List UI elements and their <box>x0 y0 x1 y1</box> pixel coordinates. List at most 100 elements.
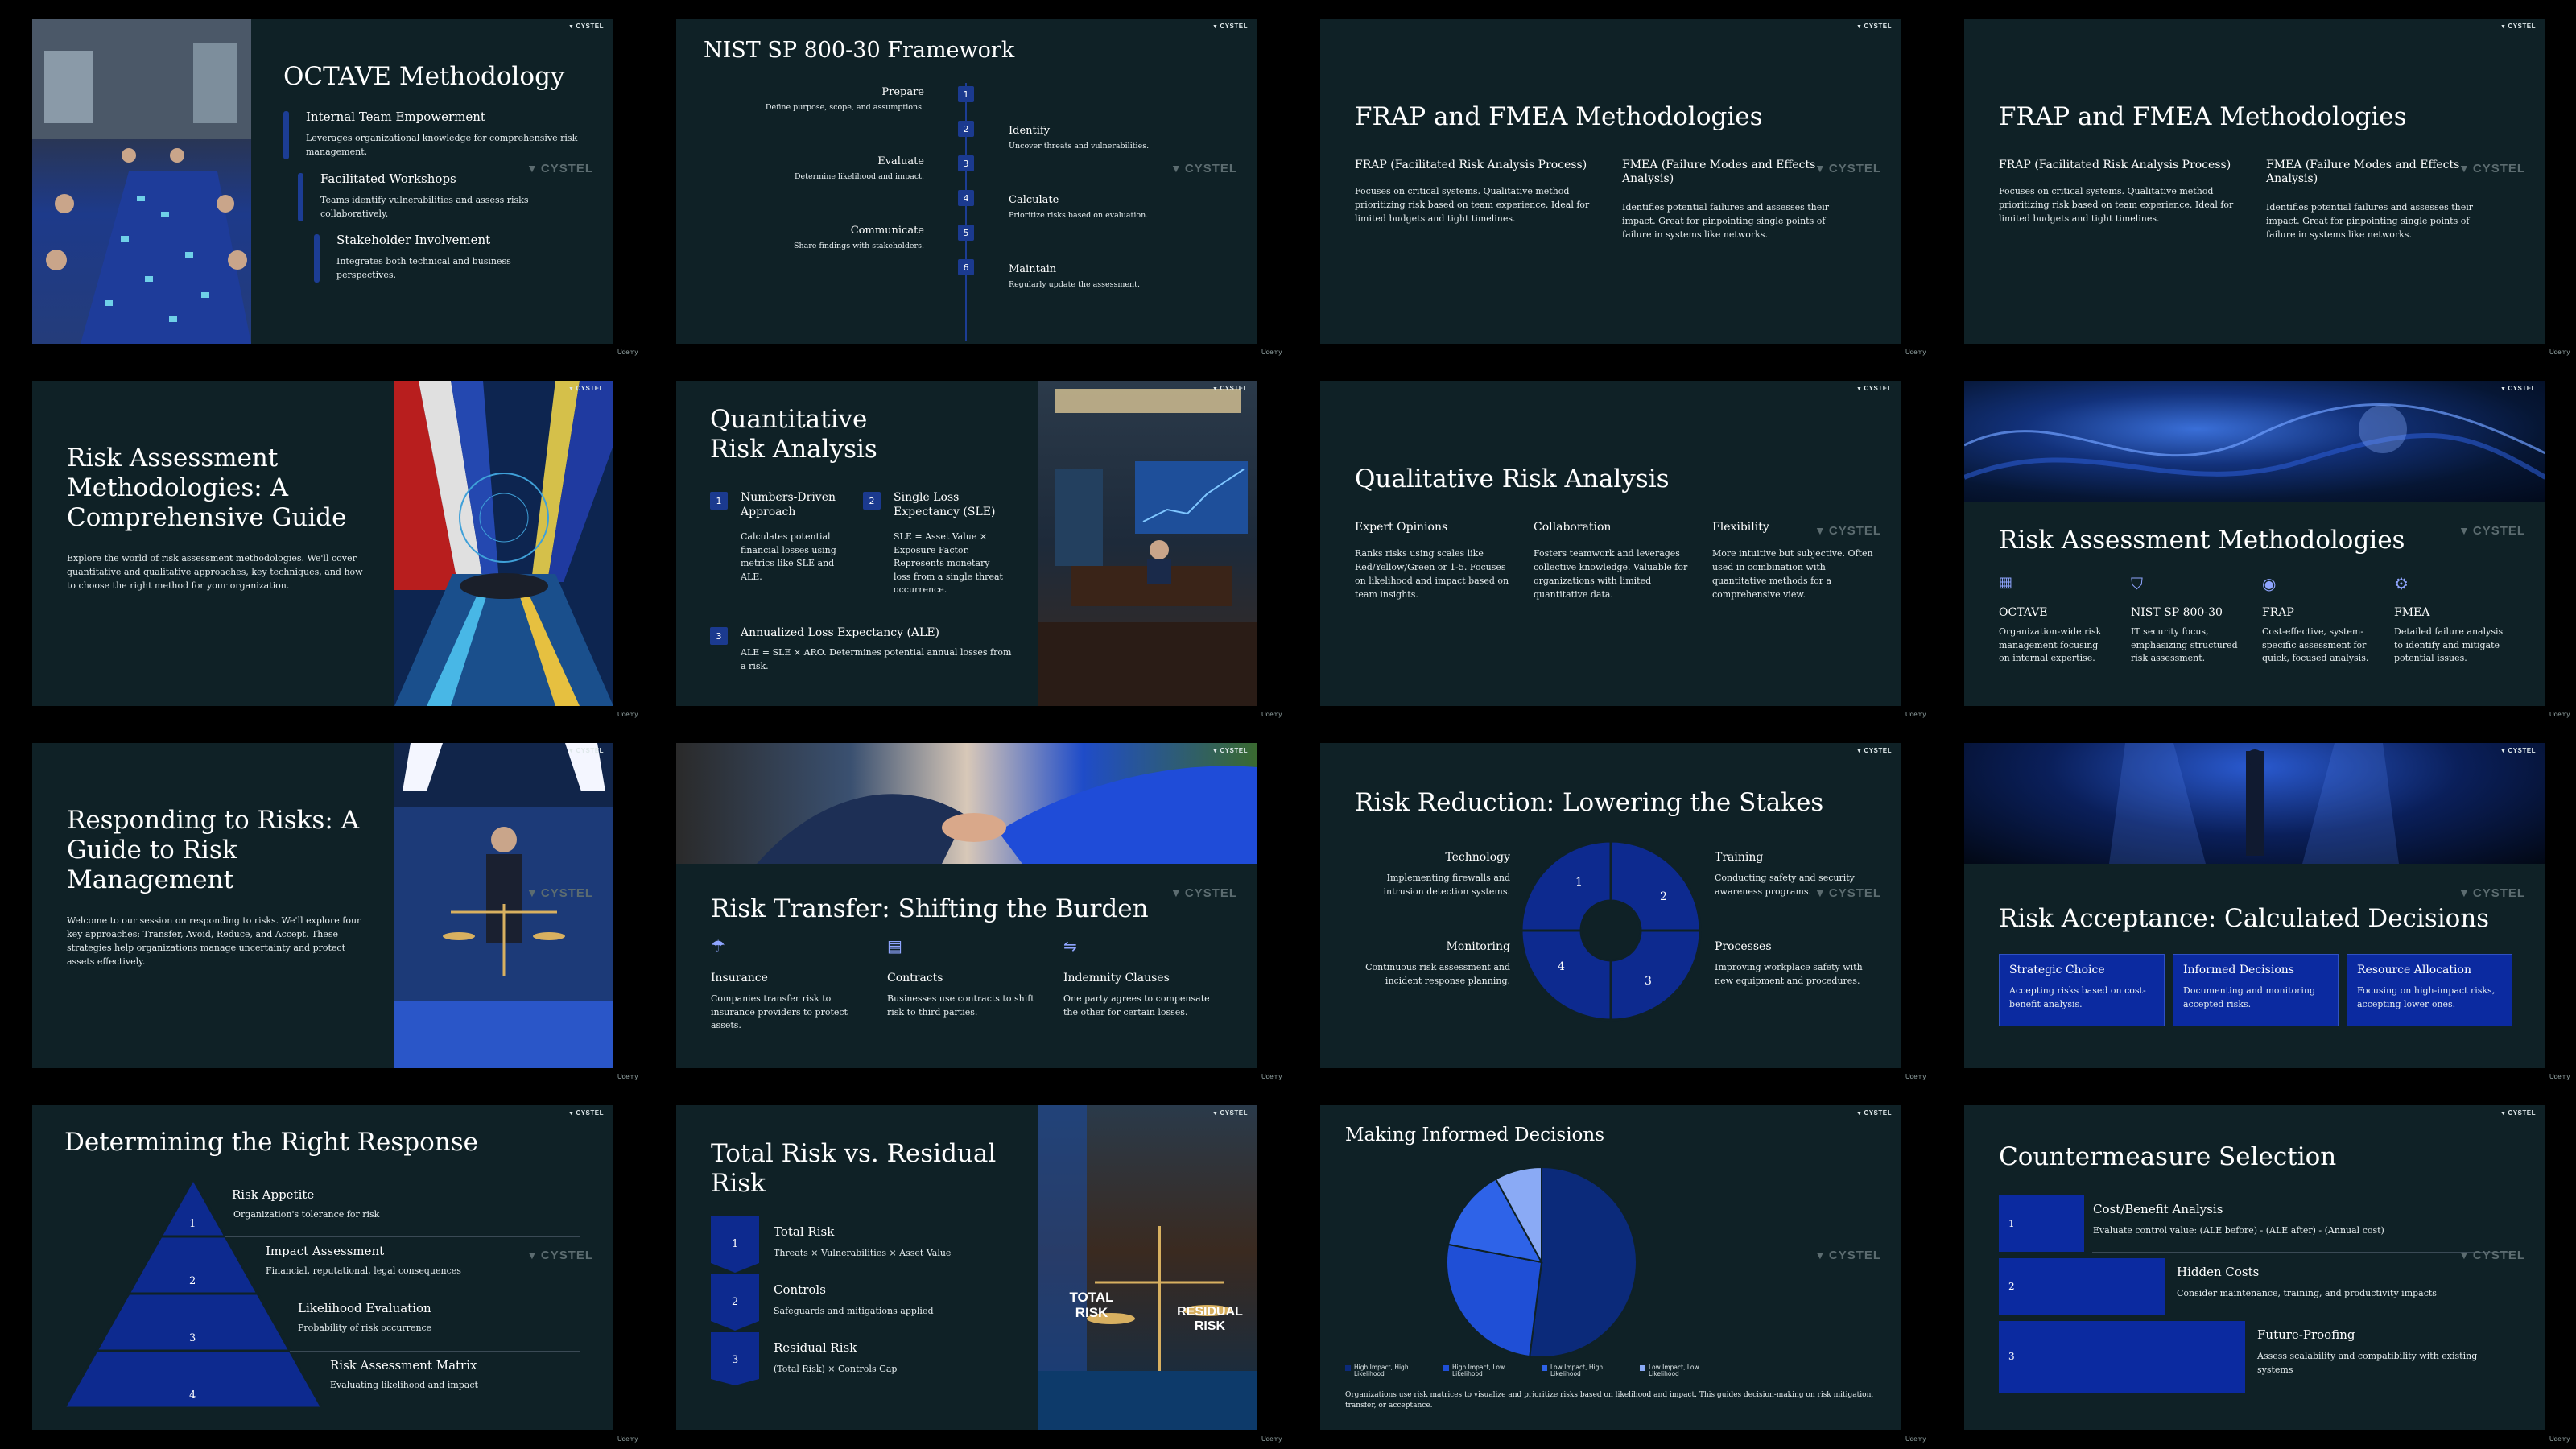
step-heading: Calculate <box>1009 194 1059 206</box>
brand-watermark: CYSTEL <box>2458 162 2525 175</box>
handshake-banner <box>676 743 1257 864</box>
slide-octave[interactable]: OCTAVE Methodology Internal Team Empower… <box>32 19 613 344</box>
scales-photo <box>394 743 613 1068</box>
item-desc: Integrates both technical and business p… <box>336 256 511 281</box>
chart-legend: High Impact, High Likelihood High Impact,… <box>1345 1364 1720 1378</box>
brand-logo: CYSTEL <box>1212 23 1248 30</box>
column-desc: IT security focus, emphasizing structure… <box>2131 626 2238 663</box>
column-desc: Businesses use contracts to shift risk t… <box>887 993 1034 1018</box>
column-desc: Focuses on critical systems. Qualitative… <box>1355 186 1590 225</box>
legend-swatch <box>1345 1365 1351 1371</box>
brand-logo: CYSTEL <box>568 385 604 392</box>
column-desc: Companies transfer risk to insurance pro… <box>711 993 848 1030</box>
frap-icon: ◉ <box>2262 574 2277 593</box>
column-heading: FRAP (Facilitated Risk Analysis Process) <box>1355 159 1587 171</box>
step-desc: Share findings with stakeholders. <box>793 242 924 250</box>
card-heading: Strategic Choice <box>2009 964 2105 976</box>
quadrant-heading: Technology <box>1445 851 1510 864</box>
brand-watermark: CYSTEL <box>1814 1249 1881 1262</box>
slide-title: Countermeasure Selection <box>1999 1142 2337 1171</box>
step-box <box>1999 1258 2165 1315</box>
slide-title: Risk Assessment Methodologies <box>1999 526 2405 555</box>
slide-frap-fmea-2[interactable]: FRAP and FMEA Methodologies FRAP (Facili… <box>1964 19 2545 344</box>
chart-caption: Organizations use risk matrices to visua… <box>1345 1391 1874 1410</box>
brand-watermark: CYSTEL <box>1814 162 1881 175</box>
brand-watermark: CYSTEL <box>526 162 593 175</box>
slide-nist[interactable]: NIST SP 800-30 Framework 1 2 3 4 5 6 Pre… <box>676 19 1257 344</box>
item-desc: SLE = Asset Value × Exposure Factor. Rep… <box>894 531 1003 595</box>
brand-logo: CYSTEL <box>568 1109 604 1117</box>
slide-right-response[interactable]: Determining the Right Response 1 2 3 4 R… <box>32 1105 613 1430</box>
legend-label: Low Impact, High Likelihood <box>1550 1364 1604 1378</box>
slide-risk-transfer[interactable]: Risk Transfer: Shifting the Burden ☂ ▤ ⇋… <box>676 743 1257 1068</box>
cycle-segment <box>1609 929 1702 1022</box>
card-desc: Accepting risks based on cost-benefit an… <box>2009 985 2146 1009</box>
slide-title: FRAP and FMEA Methodologies <box>1355 102 1763 131</box>
step-heading: Communicate <box>850 225 924 237</box>
timeline-bar <box>283 111 289 159</box>
slide-desc: Explore the world of risk assessment met… <box>67 553 363 592</box>
level-number: 4 <box>189 1389 196 1402</box>
slide-qualitative[interactable]: Qualitative Risk Analysis Expert Opinion… <box>1320 381 1901 706</box>
level-desc: Probability of risk occurrence <box>298 1323 432 1333</box>
footer-label: Udemy <box>2549 1435 2570 1443</box>
step-heading: Evaluate <box>877 155 924 167</box>
footer-label: Udemy <box>1905 1073 1926 1080</box>
footer-label: Udemy <box>1905 1435 1926 1443</box>
step-number: 2 <box>732 1296 739 1308</box>
item-desc: Safeguards and mitigations applied <box>774 1306 934 1316</box>
slide-total-residual[interactable]: Total Risk vs. Residual Risk 1 2 3 Total… <box>676 1105 1257 1430</box>
workshop-photo <box>32 19 251 344</box>
slide-title: Total Risk vs. Residual Risk <box>711 1139 997 1199</box>
slide-informed-decisions[interactable]: Making Informed Decisions High Impact, H… <box>1320 1105 1901 1430</box>
footer-label: Udemy <box>1905 711 1926 718</box>
slide-risk-acceptance[interactable]: Risk Acceptance: Calculated Decisions St… <box>1964 743 2545 1068</box>
slide-risk-reduction[interactable]: Risk Reduction: Lowering the Stakes 1 2 … <box>1320 743 1901 1068</box>
card-desc: Documenting and monitoring accepted risk… <box>2183 985 2316 1009</box>
footer-label: Udemy <box>2549 349 2570 356</box>
item-heading: Annualized Loss Expectancy (ALE) <box>741 626 940 639</box>
step-heading: Cost/Benefit Analysis <box>2093 1202 2223 1216</box>
cycle-segment <box>1520 840 1612 932</box>
slide-title: Risk Reduction: Lowering the Stakes <box>1355 788 1824 817</box>
footer-label: Udemy <box>617 711 638 718</box>
handshake-illustration <box>757 766 1257 864</box>
step-heading: Future-Proofing <box>2257 1327 2355 1342</box>
column-desc: Detailed failure analysis to identify an… <box>2394 626 2504 663</box>
stage-banner <box>1964 743 2545 864</box>
slide-methodologies[interactable]: Risk Assessment Methodologies ▦ ⛉ ◉ ⚙ OC… <box>1964 381 2545 706</box>
step-heading: Maintain <box>1009 263 1057 275</box>
boardroom-illustration <box>394 381 613 706</box>
legend-swatch <box>1443 1365 1449 1371</box>
slide-frap-fmea[interactable]: FRAP and FMEA Methodologies FRAP (Facili… <box>1320 19 1901 344</box>
card-heading: Resource Allocation <box>2357 964 2471 976</box>
column-desc: More intuitive but subjective. Often use… <box>1712 548 1873 601</box>
swirl-illustration <box>1964 403 2545 480</box>
slide-guide[interactable]: Risk Assessment Methodologies: A Compreh… <box>32 381 613 706</box>
slide-quantitative[interactable]: Quantitative Risk Analysis 1 Numbers-Dri… <box>676 381 1257 706</box>
step-desc: Uncover threats and vulnerabilities. <box>1009 142 1150 151</box>
step-number: 3 <box>732 1354 739 1366</box>
segment-number: 1 <box>1575 876 1583 889</box>
step-desc: Regularly update the assessment. <box>1009 280 1140 289</box>
footer-label: Udemy <box>1261 1435 1282 1443</box>
slide-title: Determining the Right Response <box>64 1128 478 1157</box>
legend-swatch <box>1542 1365 1547 1371</box>
cycle-segment <box>1520 929 1612 1022</box>
level-heading: Impact Assessment <box>266 1244 385 1258</box>
segment-number: 4 <box>1558 960 1565 973</box>
brand-watermark: CYSTEL <box>1170 886 1237 900</box>
footer-label: Udemy <box>1261 349 1282 356</box>
column-desc: One party agrees to compensate the other… <box>1063 993 1210 1018</box>
level-desc: Financial, reputational, legal consequen… <box>266 1265 461 1276</box>
slide-countermeasure[interactable]: Countermeasure Selection 1 2 3 Cost/Bene… <box>1964 1105 2545 1430</box>
column-desc: Focuses on critical systems. Qualitative… <box>1999 186 2234 225</box>
footer-label: Udemy <box>1905 349 1926 356</box>
card-heading: Informed Decisions <box>2183 964 2294 976</box>
card-desc: Focusing on high-impact risks, accepting… <box>2357 985 2496 1009</box>
slide-responding[interactable]: Responding to Risks: A Guide to Risk Man… <box>32 743 613 1068</box>
brand-watermark: CYSTEL <box>526 1249 593 1262</box>
item-desc: (Total Risk) × Controls Gap <box>774 1364 898 1374</box>
column-heading: Expert Opinions <box>1355 521 1448 534</box>
brand-logo: CYSTEL <box>568 747 604 754</box>
